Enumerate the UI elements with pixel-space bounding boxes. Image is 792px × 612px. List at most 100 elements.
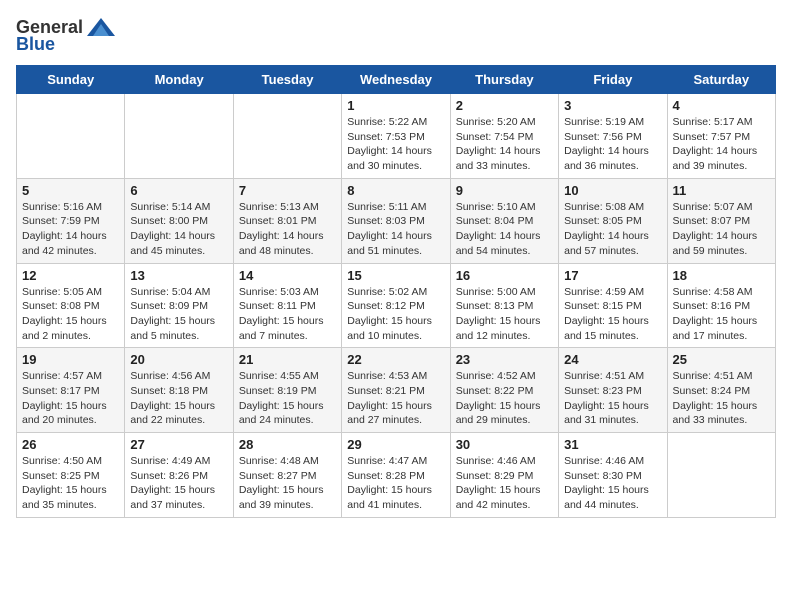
calendar-cell: 1 Sunrise: 5:22 AM Sunset: 7:53 PM Daylig… [342, 94, 450, 179]
calendar-cell: 2Sunrise: 5:20 AM Sunset: 7:54 PM Daylig… [450, 94, 558, 179]
calendar-cell: 7 Sunrise: 5:13 AM Sunset: 8:01 PM Daylig… [233, 178, 341, 263]
day-number: 27 [130, 437, 227, 452]
day-info: Sunrise: 4:46 AM Sunset: 8:29 PM Dayligh… [456, 454, 553, 513]
day-number: 19 [22, 352, 119, 367]
day-info: Sunrise: 4:52 AM Sunset: 8:22 PM Dayligh… [456, 369, 553, 428]
day-number: 3 [564, 98, 661, 113]
week-row-2: 5Sunrise: 5:16 AM Sunset: 7:59 PM Daylig… [17, 178, 776, 263]
calendar-cell: 21 Sunrise: 4:55 AM Sunset: 8:19 PM Dayli… [233, 348, 341, 433]
weekday-header-thursday: Thursday [450, 66, 558, 94]
day-number: 2 [456, 98, 553, 113]
calendar-cell: 17 Sunrise: 4:59 AM Sunset: 8:15 PM Dayli… [559, 263, 667, 348]
calendar-cell: 4 Sunrise: 5:17 AM Sunset: 7:57 PM Daylig… [667, 94, 775, 179]
day-number: 4 [673, 98, 770, 113]
calendar-cell: 14 Sunrise: 5:03 AM Sunset: 8:11 PM Dayli… [233, 263, 341, 348]
calendar-cell [667, 433, 775, 518]
day-number: 17 [564, 268, 661, 283]
day-number: 6 [130, 183, 227, 198]
day-info: Sunrise: 5:03 AM Sunset: 8:11 PM Dayligh… [239, 285, 336, 344]
day-number: 21 [239, 352, 336, 367]
calendar-cell: 31 Sunrise: 4:46 AM Sunset: 8:30 PM Dayli… [559, 433, 667, 518]
calendar-cell: 19 Sunrise: 4:57 AM Sunset: 8:17 PM Dayli… [17, 348, 125, 433]
day-info: Sunrise: 4:49 AM Sunset: 8:26 PM Dayligh… [130, 454, 227, 513]
weekday-header-monday: Monday [125, 66, 233, 94]
calendar-cell: 13 Sunrise: 5:04 AM Sunset: 8:09 PM Dayli… [125, 263, 233, 348]
day-info: Sunrise: 4:51 AM Sunset: 8:23 PM Dayligh… [564, 369, 661, 428]
day-number: 30 [456, 437, 553, 452]
day-number: 13 [130, 268, 227, 283]
day-number: 25 [673, 352, 770, 367]
calendar-cell: 12 Sunrise: 5:05 AM Sunset: 8:08 PM Dayli… [17, 263, 125, 348]
calendar-cell: 16 Sunrise: 5:00 AM Sunset: 8:13 PM Dayli… [450, 263, 558, 348]
calendar-cell: 18 Sunrise: 4:58 AM Sunset: 8:16 PM Dayli… [667, 263, 775, 348]
calendar-cell: 27 Sunrise: 4:49 AM Sunset: 8:26 PM Dayli… [125, 433, 233, 518]
week-row-1: 1 Sunrise: 5:22 AM Sunset: 7:53 PM Daylig… [17, 94, 776, 179]
day-info: Sunrise: 4:48 AM Sunset: 8:27 PM Dayligh… [239, 454, 336, 513]
day-number: 18 [673, 268, 770, 283]
day-info: Sunrise: 5:07 AM Sunset: 8:07 PM Dayligh… [673, 200, 770, 259]
calendar-cell: 30 Sunrise: 4:46 AM Sunset: 8:29 PM Dayli… [450, 433, 558, 518]
calendar-cell: 22Sunrise: 4:53 AM Sunset: 8:21 PM Dayli… [342, 348, 450, 433]
day-info: Sunrise: 5:14 AM Sunset: 8:00 PM Dayligh… [130, 200, 227, 259]
day-info: Sunrise: 5:11 AM Sunset: 8:03 PM Dayligh… [347, 200, 444, 259]
day-info: Sunrise: 5:08 AM Sunset: 8:05 PM Dayligh… [564, 200, 661, 259]
logo-blue-text: Blue [16, 34, 55, 55]
day-info: Sunrise: 5:10 AM Sunset: 8:04 PM Dayligh… [456, 200, 553, 259]
day-number: 15 [347, 268, 444, 283]
day-info: Sunrise: 4:50 AM Sunset: 8:25 PM Dayligh… [22, 454, 119, 513]
calendar-cell [17, 94, 125, 179]
day-info: Sunrise: 4:58 AM Sunset: 8:16 PM Dayligh… [673, 285, 770, 344]
calendar-cell: 25 Sunrise: 4:51 AM Sunset: 8:24 PM Dayli… [667, 348, 775, 433]
day-info: Sunrise: 5:04 AM Sunset: 8:09 PM Dayligh… [130, 285, 227, 344]
calendar-table: SundayMondayTuesdayWednesdayThursdayFrid… [16, 65, 776, 518]
calendar-cell: 10 Sunrise: 5:08 AM Sunset: 8:05 PM Dayli… [559, 178, 667, 263]
day-info: Sunrise: 4:47 AM Sunset: 8:28 PM Dayligh… [347, 454, 444, 513]
calendar-cell: 28Sunrise: 4:48 AM Sunset: 8:27 PM Dayli… [233, 433, 341, 518]
calendar-cell: 29 Sunrise: 4:47 AM Sunset: 8:28 PM Dayli… [342, 433, 450, 518]
day-number: 26 [22, 437, 119, 452]
day-number: 1 [347, 98, 444, 113]
day-number: 29 [347, 437, 444, 452]
calendar-cell: 9 Sunrise: 5:10 AM Sunset: 8:04 PM Daylig… [450, 178, 558, 263]
day-info: Sunrise: 4:59 AM Sunset: 8:15 PM Dayligh… [564, 285, 661, 344]
day-number: 14 [239, 268, 336, 283]
calendar-cell: 3 Sunrise: 5:19 AM Sunset: 7:56 PM Daylig… [559, 94, 667, 179]
calendar-cell [125, 94, 233, 179]
day-number: 12 [22, 268, 119, 283]
header: General Blue [16, 16, 776, 55]
day-number: 7 [239, 183, 336, 198]
day-info: Sunrise: 5:22 AM Sunset: 7:53 PM Dayligh… [347, 115, 444, 174]
day-info: Sunrise: 5:16 AM Sunset: 7:59 PM Dayligh… [22, 200, 119, 259]
day-info: Sunrise: 4:57 AM Sunset: 8:17 PM Dayligh… [22, 369, 119, 428]
day-number: 9 [456, 183, 553, 198]
day-info: Sunrise: 5:00 AM Sunset: 8:13 PM Dayligh… [456, 285, 553, 344]
logo-icon [87, 16, 115, 38]
calendar-cell: 26 Sunrise: 4:50 AM Sunset: 8:25 PM Dayli… [17, 433, 125, 518]
day-info: Sunrise: 4:55 AM Sunset: 8:19 PM Dayligh… [239, 369, 336, 428]
day-info: Sunrise: 5:19 AM Sunset: 7:56 PM Dayligh… [564, 115, 661, 174]
weekday-header-sunday: Sunday [17, 66, 125, 94]
week-row-3: 12 Sunrise: 5:05 AM Sunset: 8:08 PM Dayli… [17, 263, 776, 348]
calendar-cell: 5Sunrise: 5:16 AM Sunset: 7:59 PM Daylig… [17, 178, 125, 263]
day-info: Sunrise: 5:17 AM Sunset: 7:57 PM Dayligh… [673, 115, 770, 174]
logo: General Blue [16, 16, 115, 55]
calendar-cell: 24 Sunrise: 4:51 AM Sunset: 8:23 PM Dayli… [559, 348, 667, 433]
day-info: Sunrise: 4:53 AM Sunset: 8:21 PM Dayligh… [347, 369, 444, 428]
day-info: Sunrise: 4:46 AM Sunset: 8:30 PM Dayligh… [564, 454, 661, 513]
day-info: Sunrise: 5:13 AM Sunset: 8:01 PM Dayligh… [239, 200, 336, 259]
calendar-cell: 15Sunrise: 5:02 AM Sunset: 8:12 PM Dayli… [342, 263, 450, 348]
day-number: 16 [456, 268, 553, 283]
day-info: Sunrise: 4:56 AM Sunset: 8:18 PM Dayligh… [130, 369, 227, 428]
calendar-cell: 23 Sunrise: 4:52 AM Sunset: 8:22 PM Dayli… [450, 348, 558, 433]
weekday-header-friday: Friday [559, 66, 667, 94]
day-number: 20 [130, 352, 227, 367]
day-info: Sunrise: 5:05 AM Sunset: 8:08 PM Dayligh… [22, 285, 119, 344]
day-number: 24 [564, 352, 661, 367]
calendar-cell: 8Sunrise: 5:11 AM Sunset: 8:03 PM Daylig… [342, 178, 450, 263]
calendar-cell: 20 Sunrise: 4:56 AM Sunset: 8:18 PM Dayli… [125, 348, 233, 433]
day-number: 11 [673, 183, 770, 198]
day-number: 10 [564, 183, 661, 198]
day-number: 31 [564, 437, 661, 452]
day-info: Sunrise: 4:51 AM Sunset: 8:24 PM Dayligh… [673, 369, 770, 428]
day-number: 23 [456, 352, 553, 367]
